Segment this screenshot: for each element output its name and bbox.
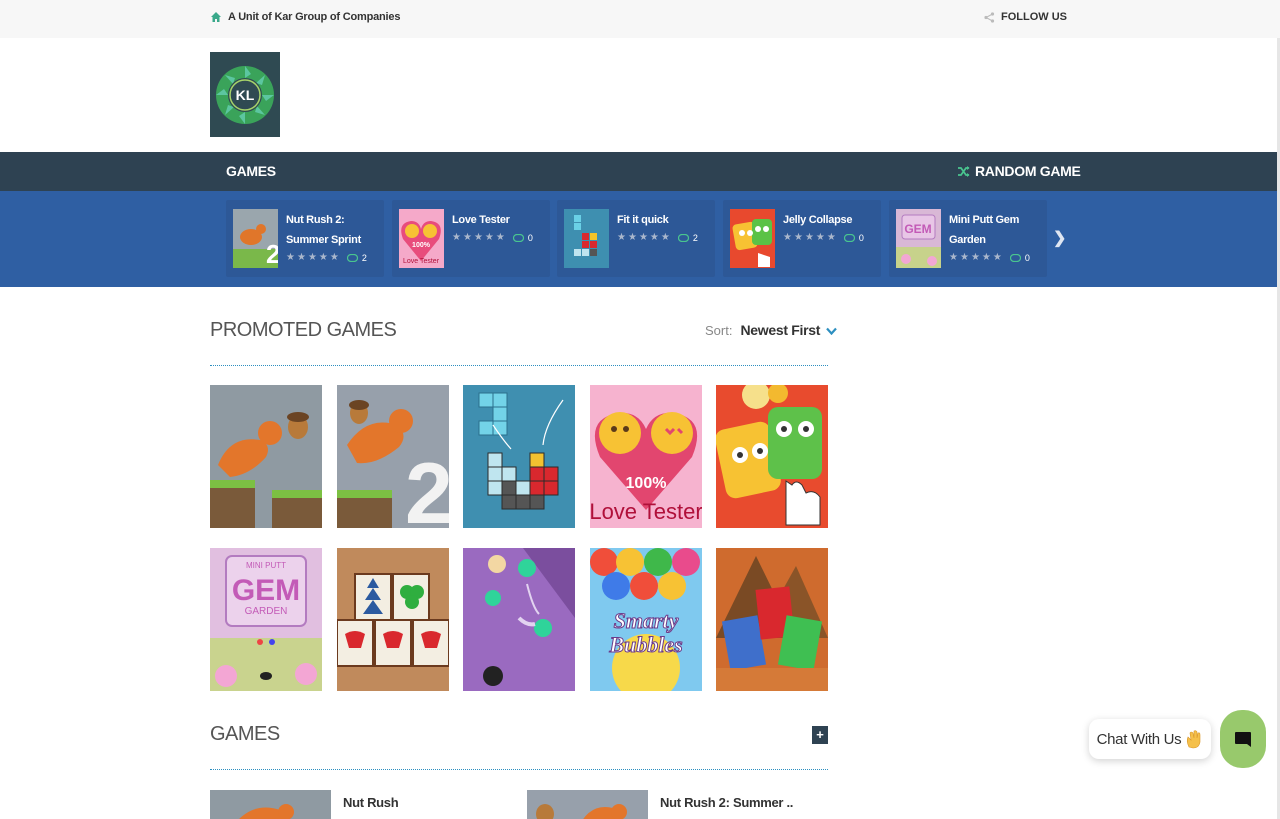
gamepad-icon: [1009, 254, 1021, 262]
game-tile-nut-rush-2[interactable]: 2: [337, 385, 449, 528]
featured-strip: 2 Nut Rush 2: Summer Sprint ★ ★ ★ ★ ★ 2 100%…: [0, 191, 1280, 287]
card-title[interactable]: Fit it quick: [617, 210, 712, 230]
play-count-value: 0: [1024, 253, 1030, 263]
featured-card[interactable]: Jelly Collapse ★ ★ ★ ★ ★ 0: [723, 200, 881, 277]
play-count-value: 2: [692, 233, 698, 243]
play-count-value: 2: [361, 253, 367, 263]
site-logo[interactable]: KL: [210, 52, 280, 137]
share-icon: [984, 11, 995, 23]
play-count: 2: [346, 253, 367, 263]
tagline-text: A Unit of Kar Group of Companies: [228, 11, 401, 23]
game-thumbnail[interactable]: 2: [233, 209, 278, 268]
card-title[interactable]: Love Tester: [452, 210, 547, 230]
gamepad-icon: [346, 254, 358, 262]
random-game-button[interactable]: RANDOM GAME: [957, 163, 1081, 179]
featured-card[interactable]: Fit it quick ★ ★ ★ ★ ★ 2: [557, 200, 715, 277]
chevron-right-icon[interactable]: ❯: [1053, 228, 1066, 248]
rating-stars: ★ ★ ★ ★ ★: [286, 252, 339, 263]
game-thumbnail[interactable]: 100% Love Tester: [399, 209, 444, 268]
card-meta: ★ ★ ★ ★ ★ 0: [949, 251, 1030, 265]
game-tile-gem-garden[interactable]: MINI PUTT GEM GARDEN: [210, 548, 322, 691]
card-title[interactable]: Jelly Collapse: [783, 210, 878, 230]
waving-hand-icon: [1187, 730, 1201, 749]
gamepad-icon: [512, 234, 524, 242]
home-icon: [211, 12, 221, 22]
featured-card[interactable]: GEM Mini Putt Gem Garden ★ ★ ★ ★ ★ 0: [889, 200, 1047, 277]
gamepad-icon: [677, 234, 689, 242]
random-game-label: RANDOM GAME: [975, 163, 1081, 179]
tagline: A Unit of Kar Group of Companies: [210, 11, 400, 23]
play-count: 0: [1009, 253, 1030, 263]
number-2-text: 2: [405, 446, 449, 528]
chevron-down-icon: [826, 327, 837, 335]
sort-label: Sort:: [705, 323, 733, 338]
rating-stars: ★ ★ ★ ★ ★: [783, 232, 836, 243]
card-meta: ★ ★ ★ ★ ★ 0: [452, 231, 533, 245]
game-tile-love-tester[interactable]: 100% Love Tester: [590, 385, 702, 528]
expand-games-button[interactable]: +: [812, 726, 828, 744]
gem-top-text: MINI PUTT: [246, 561, 286, 570]
card-title[interactable]: Mini Putt Gem Garden: [949, 210, 1044, 250]
game-tile-fit-it-quick[interactable]: [463, 385, 575, 528]
follow-us-label: FOLLOW US: [1001, 11, 1067, 23]
game-tile-gem-drop[interactable]: [463, 548, 575, 691]
list-item-title[interactable]: Nut Rush 2: Summer ..: [660, 795, 793, 819]
love-tester-text: Love Tester: [590, 499, 702, 524]
love-percent-text: 100%: [412, 242, 431, 249]
sort-value: Newest First: [740, 322, 821, 338]
card-meta: ★ ★ ★ ★ ★ 0: [783, 231, 864, 245]
gem-word-text: GEM: [904, 222, 931, 236]
logo-emblem: KL: [216, 65, 274, 124]
main-nav: GAMES RANDOM GAME: [0, 152, 1280, 191]
game-thumbnail[interactable]: [564, 209, 609, 268]
game-thumbnail[interactable]: GEM: [896, 209, 941, 268]
rating-stars: ★ ★ ★ ★ ★: [452, 232, 505, 243]
rating-stars: ★ ★ ★ ★ ★: [617, 232, 670, 243]
gem-word-text: GEM: [232, 574, 300, 607]
list-item[interactable]: Nut Rush 2: Summer ..: [527, 790, 793, 819]
card-title[interactable]: Nut Rush 2: Summer Sprint: [286, 210, 381, 250]
play-count: 2: [677, 233, 698, 243]
love-tester-text: Love Tester: [403, 258, 440, 265]
shuffle-icon: [958, 165, 970, 177]
gem-garden-text: GARDEN: [245, 606, 288, 617]
game-tile-smarty-bubbles[interactable]: Smarty Bubbles: [590, 548, 702, 691]
game-tile-jelly-collapse[interactable]: [716, 385, 828, 528]
chat-launcher-button[interactable]: [1220, 710, 1266, 768]
love-percent-text: 100%: [626, 475, 667, 492]
top-bar: A Unit of Kar Group of Companies FOLLOW …: [0, 0, 1280, 38]
chat-label: Chat With Us: [1096, 730, 1182, 748]
play-count-value: 0: [527, 233, 533, 243]
game-tile-mahjong[interactable]: [337, 548, 449, 691]
game-tile-nut-rush[interactable]: [210, 385, 322, 528]
section-divider: [210, 365, 828, 366]
chat-icon: [1235, 732, 1251, 747]
list-item-thumbnail[interactable]: [210, 790, 331, 819]
section-divider: [210, 769, 828, 770]
featured-card[interactable]: 2 Nut Rush 2: Summer Sprint ★ ★ ★ ★ ★ 2: [226, 200, 384, 277]
card-meta: ★ ★ ★ ★ ★ 2: [286, 251, 367, 265]
sort-dropdown[interactable]: Sort: Newest First: [705, 322, 837, 338]
number-2-text: 2: [266, 239, 278, 268]
smarty-text: Smarty: [614, 608, 679, 633]
gamepad-icon: [843, 234, 855, 242]
logo-letters: KL: [236, 87, 255, 103]
featured-card[interactable]: 100% Love Tester Love Tester ★ ★ ★ ★ ★ 0: [392, 200, 550, 277]
list-item-title[interactable]: Nut Rush: [343, 795, 399, 819]
chat-with-us-bubble[interactable]: Chat With Us: [1089, 719, 1211, 759]
list-item[interactable]: Nut Rush: [210, 790, 399, 819]
games-section-title: GAMES: [210, 723, 280, 745]
game-thumbnail[interactable]: [730, 209, 775, 268]
play-count-value: 0: [858, 233, 864, 243]
game-tile-pyramid-tiles[interactable]: [716, 548, 828, 691]
list-item-thumbnail[interactable]: [527, 790, 648, 819]
card-meta: ★ ★ ★ ★ ★ 2: [617, 231, 698, 245]
follow-us[interactable]: FOLLOW US: [984, 11, 1067, 23]
promoted-games-title: PROMOTED GAMES: [210, 319, 397, 341]
nav-games[interactable]: GAMES: [226, 163, 276, 179]
rating-stars: ★ ★ ★ ★ ★: [949, 252, 1002, 263]
play-count: 0: [843, 233, 864, 243]
play-count: 0: [512, 233, 533, 243]
bubbles-text: Bubbles: [608, 632, 682, 657]
